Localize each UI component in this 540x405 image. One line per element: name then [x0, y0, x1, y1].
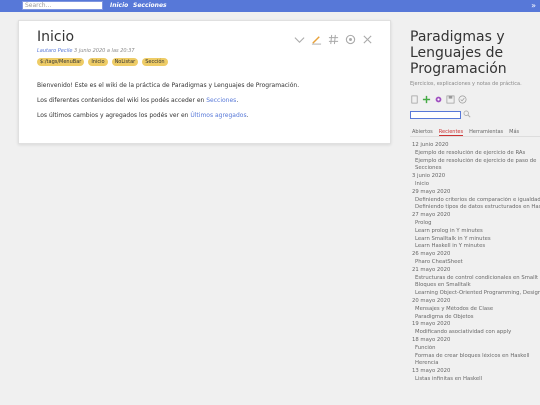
tiddler-title: Inicio — [37, 29, 75, 45]
paragraph-welcome: Bienvenido! Este es el wiki de la prácti… — [37, 82, 300, 89]
recent-entry[interactable]: Learning Object-Oriented Programming, De… — [412, 290, 540, 298]
check-icon[interactable] — [458, 95, 467, 104]
paragraph-end: . — [236, 97, 239, 104]
recent-date: 26 mayo 2020 — [412, 251, 451, 258]
paragraph-recent: Los últimos cambios y agregados los podé… — [37, 112, 249, 119]
tab-recientes[interactable]: Recientes — [438, 129, 464, 136]
more-icon[interactable] — [345, 34, 356, 45]
recent-entry[interactable]: Herencia — [412, 360, 540, 368]
site-title-line: Lenguajes de — [410, 45, 504, 61]
recent-entry[interactable]: Pharo CheatSheet — [412, 259, 540, 267]
recent-entry[interactable]: Mensajes y Métodos de Clase — [412, 306, 540, 314]
recent-entry[interactable]: Prolog — [412, 220, 540, 228]
link-ultimos-agregados[interactable]: Últimos agregados — [190, 112, 246, 119]
recent-entry[interactable]: Definiendo tipos de datos estructurados … — [412, 204, 540, 212]
tab-abiertos[interactable]: Abiertos — [412, 129, 433, 136]
recent-entry[interactable]: Bloques en Smalltalk — [412, 282, 540, 290]
search-icon[interactable] — [463, 110, 471, 118]
site-title-line: Paradigmas y — [410, 29, 505, 45]
tag-menubar[interactable]: $:/tags/MenuBar — [37, 58, 85, 66]
recent-entry[interactable]: Ejemplo de resolución de ejercicio de RA… — [412, 150, 540, 158]
tiddler-date: 3 junio 2020 a las 20:37 — [74, 48, 135, 54]
recent-date: 18 mayo 2020 — [412, 336, 451, 343]
paragraph-sections: Los diferentes contenidos del wiki los p… — [37, 97, 238, 104]
recent-date: 27 mayo 2020 — [412, 212, 451, 219]
search-input[interactable]: Search... — [22, 1, 103, 10]
recent-entry[interactable]: Learn prolog in Y minutes — [412, 228, 540, 236]
recent-entry[interactable]: Learn Haskell in Y minutes — [412, 243, 540, 251]
paragraph-text: Los últimos cambios y agregados los podé… — [37, 112, 191, 119]
recent-date: 29 mayo 2020 — [412, 188, 451, 195]
site-subtitle: Ejercicios, explicaciones y notas de prá… — [410, 81, 522, 87]
gear-icon[interactable] — [434, 95, 443, 104]
recent-entry[interactable]: Función — [412, 345, 540, 353]
hide-sidebar-icon[interactable]: » — [531, 0, 536, 12]
tiddler-author[interactable]: Lautaro Pecile — [37, 48, 72, 54]
site-title-line: Programación — [410, 61, 507, 77]
recent-date: 20 mayo 2020 — [412, 297, 451, 304]
recent-entry[interactable]: Paradigma de Objetos — [412, 314, 540, 322]
hash-icon[interactable] — [328, 34, 339, 45]
tag-inicio[interactable]: Inicio — [88, 58, 108, 66]
recent-entry[interactable]: Formas de crear bloques léxicos en Haske… — [412, 353, 540, 361]
menu-link-inicio[interactable]: Inicio — [110, 1, 128, 10]
paragraph-text: Los diferentes contenidos del wiki los p… — [37, 97, 207, 104]
tab-divider — [410, 136, 540, 137]
recent-list: 12 junio 2020 Ejemplo de resolución de ej… — [412, 142, 540, 384]
tiddler-toolbar — [294, 34, 373, 45]
page-toolbar — [410, 95, 467, 104]
recent-entry[interactable]: Listas infinitas en Haskell — [412, 376, 540, 384]
tiddler-inicio: Inicio Lautaro Pecile 3 junio 2020 a las… — [18, 20, 391, 144]
recent-entry[interactable]: Secciones — [412, 165, 540, 173]
tag-seccion[interactable]: Sección — [142, 58, 168, 66]
sidebar-search-input[interactable] — [410, 111, 461, 119]
recent-entry[interactable]: Inicio — [412, 181, 540, 189]
recent-entry[interactable]: Estructuras de control condicionales en … — [412, 275, 540, 283]
recent-date: 19 mayo 2020 — [412, 321, 451, 328]
tab-herramientas[interactable]: Herramientas — [469, 129, 503, 136]
tiddler-meta: Lautaro Pecile 3 junio 2020 a las 20:37 — [37, 48, 135, 54]
menu-link-secciones[interactable]: Secciones — [133, 1, 167, 10]
add-icon[interactable] — [422, 95, 431, 104]
recent-date: 3 junio 2020 — [412, 173, 446, 180]
sidebar-tabs: Abiertos Recientes Herramientas Más — [412, 129, 519, 136]
link-secciones[interactable]: Secciones — [206, 97, 236, 104]
new-tiddler-page-icon[interactable] — [410, 95, 419, 104]
tab-mas[interactable]: Más — [509, 129, 519, 136]
close-icon[interactable] — [362, 34, 373, 45]
edit-icon[interactable] — [311, 34, 322, 45]
tag-nolistar[interactable]: NoListar — [111, 58, 139, 66]
recent-entry[interactable]: Modificando asociatividad con apply — [412, 329, 540, 337]
recent-date: 12 junio 2020 — [412, 142, 449, 148]
site-title: Paradigmas y Lenguajes de Programación — [410, 29, 540, 77]
recent-date: 21 mayo 2020 — [412, 266, 451, 273]
recent-date: 13 mayo 2020 — [412, 368, 451, 375]
paragraph-end: . — [246, 112, 249, 119]
recent-entry[interactable]: Learn Smalltalk in Y minutes — [412, 236, 540, 244]
chevron-down-icon[interactable] — [294, 34, 305, 45]
save-icon[interactable] — [446, 95, 455, 104]
top-menu-bar: Search... Inicio Secciones » — [0, 0, 540, 12]
tag-list: $:/tags/MenuBar Inicio NoListar Sección — [37, 58, 168, 66]
recent-entry[interactable]: Definiendo criterios de comparación e ig… — [412, 197, 540, 205]
recent-entry[interactable]: Ejemplo de resolución de ejercicio de pa… — [412, 158, 540, 166]
